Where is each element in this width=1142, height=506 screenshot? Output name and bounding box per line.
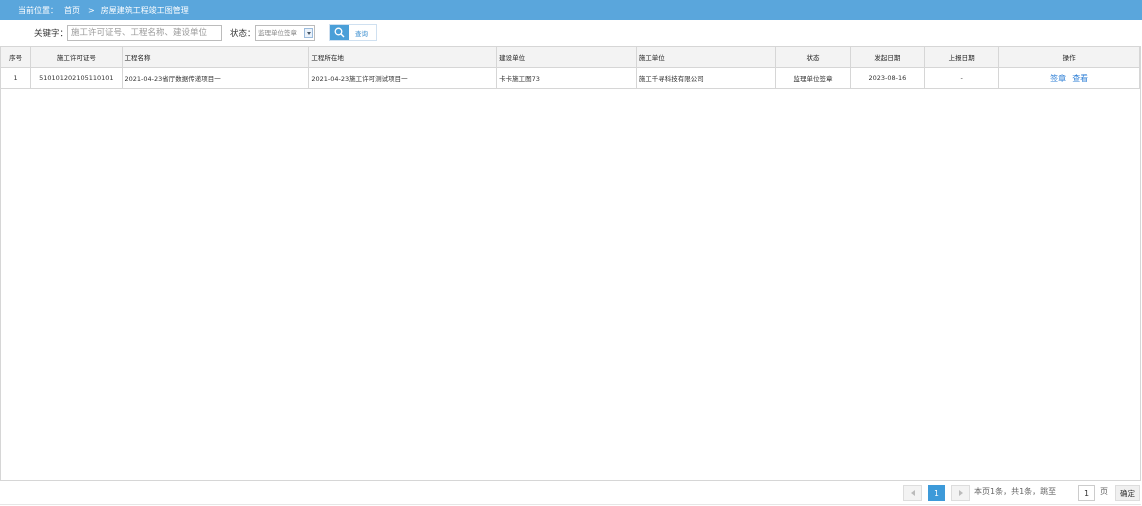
pagination-summary: 本页1条，共1条，跳至 xyxy=(974,487,1057,496)
next-page-button[interactable] xyxy=(951,485,970,501)
confirm-jump-button[interactable]: 确定 xyxy=(1115,485,1140,501)
breadcrumb-current: 房屋建筑工程竣工图管理 xyxy=(100,5,189,15)
page-unit-label: 页 xyxy=(1100,487,1108,496)
view-link[interactable]: 查看 xyxy=(1072,74,1088,83)
data-table: 序号 施工许可证号 工程名称 工程所在地 建设单位 施工单位 状态 发起日期 上… xyxy=(0,46,1140,89)
breadcrumb: 当前位置： 首页 > 房屋建筑工程竣工图管理 xyxy=(0,0,1142,20)
cell-actions: 签章 查看 xyxy=(998,67,1140,89)
column-header-report-date: 上报日期 xyxy=(923,46,1000,68)
page-number-current[interactable]: 1 xyxy=(928,485,945,501)
column-header-permit: 施工许可证号 xyxy=(30,46,123,68)
table-frame-right xyxy=(1140,46,1141,480)
status-select-value: 监理单位签章 xyxy=(258,29,297,37)
keyword-label: 关键字： xyxy=(34,29,69,39)
cell-index: 1 xyxy=(0,67,32,89)
sign-link[interactable]: 签章 xyxy=(1050,74,1066,83)
table-frame-left xyxy=(0,46,1,480)
column-header-owner: 建设单位 xyxy=(496,46,637,68)
breadcrumb-separator-icon: > xyxy=(88,5,95,15)
breadcrumb-home-link[interactable]: 首页 xyxy=(64,5,80,16)
table-frame-bottom xyxy=(0,480,1141,481)
status-label: 状态： xyxy=(230,29,256,39)
chevron-down-icon[interactable] xyxy=(304,28,313,38)
cell-project-name: 2021-04-23省厅数据传递项目一 xyxy=(121,67,310,89)
status-select[interactable]: 监理单位签章 xyxy=(255,25,315,41)
search-button[interactable]: 查询 xyxy=(329,24,377,41)
chevron-right-icon xyxy=(958,490,963,496)
cell-status: 监理单位签章 xyxy=(775,67,851,89)
cell-contractor: 施工千寻科技有限公司 xyxy=(635,67,777,89)
cell-report-date: - xyxy=(923,67,1000,89)
cell-start-date: 2023-08-16 xyxy=(849,67,925,89)
column-header-location: 工程所在地 xyxy=(308,46,498,68)
page-divider xyxy=(0,504,1141,505)
table-row: 1 510101202105110101 2021-04-23省厅数据传递项目一… xyxy=(0,67,1140,89)
cell-owner: 卡卡施工图73 xyxy=(496,67,637,89)
cell-permit-no: 510101202105110101 xyxy=(30,67,123,89)
column-header-status: 状态 xyxy=(775,46,851,68)
search-button-label: 查询 xyxy=(355,29,368,38)
column-header-index: 序号 xyxy=(0,46,32,68)
filter-toolbar: 关键字： 施工许可证号、工程名称、建设单位 状态： 监理单位签章 查询 xyxy=(0,22,1142,44)
column-header-actions: 操作 xyxy=(998,46,1140,68)
cell-location: 2021-04-23施工许可测试项目一 xyxy=(308,67,498,89)
search-icon[interactable] xyxy=(330,25,349,40)
keyword-input[interactable]: 施工许可证号、工程名称、建设单位 xyxy=(67,25,222,41)
column-header-contractor: 施工单位 xyxy=(635,46,777,68)
chevron-left-icon xyxy=(910,490,915,496)
column-header-start-date: 发起日期 xyxy=(849,46,925,68)
jump-page-input[interactable]: 1 xyxy=(1078,485,1095,501)
column-header-project-name: 工程名称 xyxy=(121,46,310,68)
prev-page-button[interactable] xyxy=(903,485,922,501)
breadcrumb-prefix: 当前位置： xyxy=(18,5,58,15)
table-header-row: 序号 施工许可证号 工程名称 工程所在地 建设单位 施工单位 状态 发起日期 上… xyxy=(0,46,1140,68)
